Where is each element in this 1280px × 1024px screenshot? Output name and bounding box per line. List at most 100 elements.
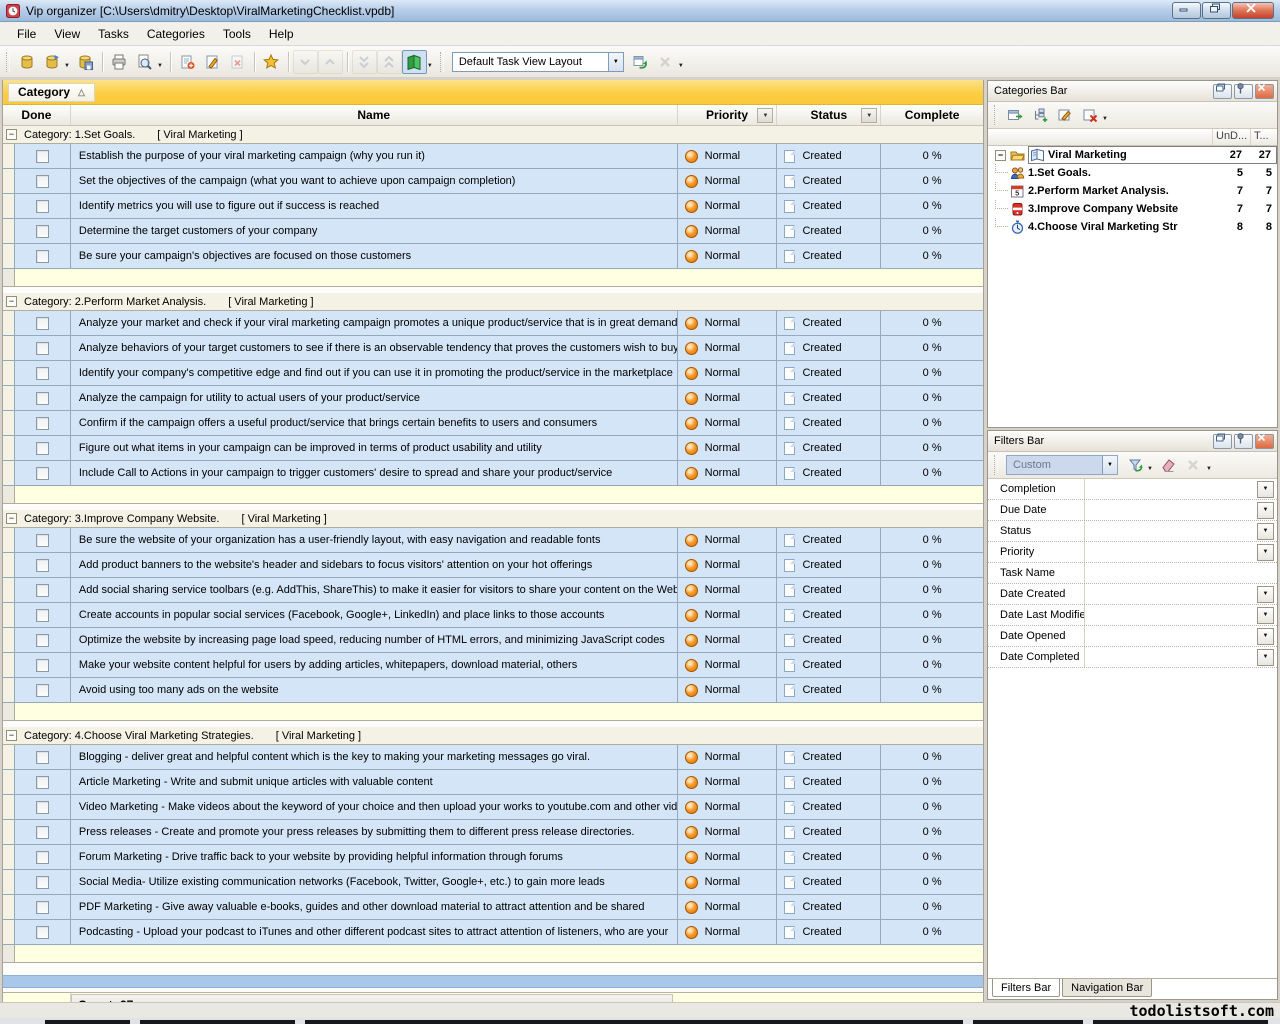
task-done-checkbox[interactable] [36, 175, 49, 188]
task-done-checkbox[interactable] [36, 659, 49, 672]
categories-close-button[interactable] [1255, 84, 1274, 99]
filters-pin-button[interactable] [1234, 434, 1253, 449]
mark-complete-button[interactable] [259, 50, 284, 74]
tab-navigation-bar[interactable]: Navigation Bar [1062, 979, 1152, 997]
filter-preset-arrow[interactable]: ▼ [1102, 456, 1117, 474]
filter-row[interactable]: Date Last Modified ▼ [988, 605, 1277, 626]
categories-toolbar-dropdown[interactable]: ▼ [1102, 116, 1108, 122]
clear-filter-button[interactable] [1156, 453, 1181, 477]
task-done-checkbox[interactable] [36, 342, 49, 355]
group-header-row[interactable]: − Category: 1.Set Goals. [ Viral Marketi… [3, 126, 983, 144]
filter-row[interactable]: Date Created ▼ [988, 584, 1277, 605]
task-done-checkbox[interactable] [36, 751, 49, 764]
categories-bar-header[interactable]: Categories Bar [988, 81, 1277, 102]
menu-file[interactable]: File [8, 24, 45, 44]
new-database-button[interactable] [14, 50, 39, 74]
task-done-checkbox[interactable] [36, 317, 49, 330]
new-category-button[interactable] [1002, 103, 1027, 127]
group-header-row[interactable]: − Category: 3.Improve Company Website. [… [3, 510, 983, 528]
task-row[interactable]: Establish the purpose of your viral mark… [3, 144, 983, 169]
task-done-checkbox[interactable] [36, 367, 49, 380]
task-row[interactable]: Determine the target customers of your c… [3, 219, 983, 244]
filter-row[interactable]: Status ▼ [988, 521, 1277, 542]
tab-filters-bar[interactable]: Filters Bar [992, 979, 1060, 997]
task-done-checkbox[interactable] [36, 609, 49, 622]
task-row[interactable]: Add product banners to the website's hea… [3, 553, 983, 578]
group-header-row[interactable]: − Category: 2.Perform Market Analysis. [… [3, 293, 983, 311]
filter-row[interactable]: Due Date ▼ [988, 500, 1277, 521]
task-row[interactable]: PDF Marketing - Give away valuable e-boo… [3, 895, 983, 920]
move-up-button[interactable] [318, 50, 343, 74]
filter-dropdown-button[interactable]: ▼ [1257, 523, 1274, 540]
category-tree-root[interactable]: − Viral Marketing 27 27 [988, 146, 1277, 164]
view-layout-toggle-button[interactable] [402, 50, 427, 74]
filter-dropdown-button[interactable]: ▼ [1257, 649, 1274, 666]
task-row[interactable]: Blogging - deliver great and helpful con… [3, 745, 983, 770]
filter-value-cell[interactable] [1084, 542, 1257, 562]
save-database-button[interactable] [73, 50, 98, 74]
apply-filter-dropdown[interactable]: ▼ [1147, 466, 1153, 472]
filters-bar-header[interactable]: Filters Bar [988, 431, 1277, 452]
filter-row[interactable]: Date Opened ▼ [988, 626, 1277, 647]
task-row[interactable]: Identify metrics you will use to figure … [3, 194, 983, 219]
task-row[interactable]: Be sure the website of your organization… [3, 528, 983, 553]
filter-row[interactable]: Completion ▼ [988, 479, 1277, 500]
task-row[interactable]: Create accounts in popular social servic… [3, 603, 983, 628]
column-header-name[interactable]: Name [71, 105, 678, 125]
move-down-button[interactable] [293, 50, 318, 74]
filter-dropdown-button[interactable]: ▼ [1257, 502, 1274, 519]
task-row[interactable]: Press releases - Create and promote your… [3, 820, 983, 845]
task-row[interactable]: Avoid using too many ads on the website … [3, 678, 983, 703]
filters-close-button[interactable] [1255, 434, 1274, 449]
category-tree-item[interactable]: 1.Set Goals. 5 5 [988, 164, 1277, 182]
print-button[interactable] [107, 50, 132, 74]
collapse-group-icon[interactable]: − [6, 513, 17, 524]
taskbar-button[interactable] [1093, 1020, 1268, 1024]
toolbar-grip[interactable] [440, 52, 444, 72]
filter-value-cell[interactable] [1084, 647, 1257, 667]
task-done-checkbox[interactable] [36, 534, 49, 547]
task-done-checkbox[interactable] [36, 250, 49, 263]
task-done-checkbox[interactable] [36, 559, 49, 572]
minimize-button[interactable] [1172, 2, 1201, 19]
filter-value-cell[interactable] [1084, 563, 1277, 583]
delete-filter-button[interactable] [1181, 453, 1206, 477]
toolbar-grip[interactable] [994, 455, 998, 475]
priority-filter-button[interactable]: ▼ [757, 108, 773, 123]
filter-dropdown-button[interactable]: ▼ [1257, 607, 1274, 624]
task-done-checkbox[interactable] [36, 901, 49, 914]
task-row[interactable]: Set the objectives of the campaign (what… [3, 169, 983, 194]
task-done-checkbox[interactable] [36, 926, 49, 939]
filter-row[interactable]: Date Completed ▼ [988, 647, 1277, 668]
filter-value-cell[interactable] [1084, 521, 1257, 541]
status-filter-button[interactable]: ▼ [861, 108, 877, 123]
task-done-checkbox[interactable] [36, 417, 49, 430]
taskbar-button[interactable] [45, 1020, 130, 1024]
task-done-checkbox[interactable] [36, 851, 49, 864]
site-link[interactable]: todolistsoft.com [1130, 1002, 1275, 1020]
view-layout-dropdown[interactable]: ▼ [427, 63, 433, 69]
task-row[interactable]: Forum Marketing - Drive traffic back to … [3, 845, 983, 870]
task-row[interactable]: Be sure your campaign's objectives are f… [3, 244, 983, 269]
task-row[interactable]: Add social sharing service toolbars (e.g… [3, 578, 983, 603]
delete-task-button[interactable] [225, 50, 250, 74]
taskbar-button[interactable] [140, 1020, 295, 1024]
task-row[interactable]: Figure out what items in your campaign c… [3, 436, 983, 461]
column-header-done[interactable]: Done [3, 105, 71, 125]
filters-toolbar-dropdown[interactable]: ▼ [1206, 466, 1212, 472]
filter-value-cell[interactable] [1084, 500, 1257, 520]
close-button[interactable] [1232, 2, 1274, 19]
move-to-bottom-button[interactable] [352, 50, 377, 74]
menu-help[interactable]: Help [260, 24, 303, 44]
task-row[interactable]: Podcasting - Upload your podcast to iTun… [3, 920, 983, 945]
task-row[interactable]: Analyze your market and check if your vi… [3, 311, 983, 336]
category-tree-item[interactable]: 3.Improve Company Website 7 7 [988, 200, 1277, 218]
category-tree-item[interactable]: 4.Choose Viral Marketing Str 8 8 [988, 218, 1277, 236]
filters-restore-button[interactable] [1213, 434, 1232, 449]
apply-layout-button[interactable] [628, 50, 653, 74]
filter-value-cell[interactable] [1084, 479, 1257, 499]
column-header-priority[interactable]: Priority ▼ [678, 105, 778, 125]
menu-tasks[interactable]: Tasks [89, 24, 138, 44]
task-done-checkbox[interactable] [36, 776, 49, 789]
toolbar-grip[interactable] [994, 105, 998, 125]
